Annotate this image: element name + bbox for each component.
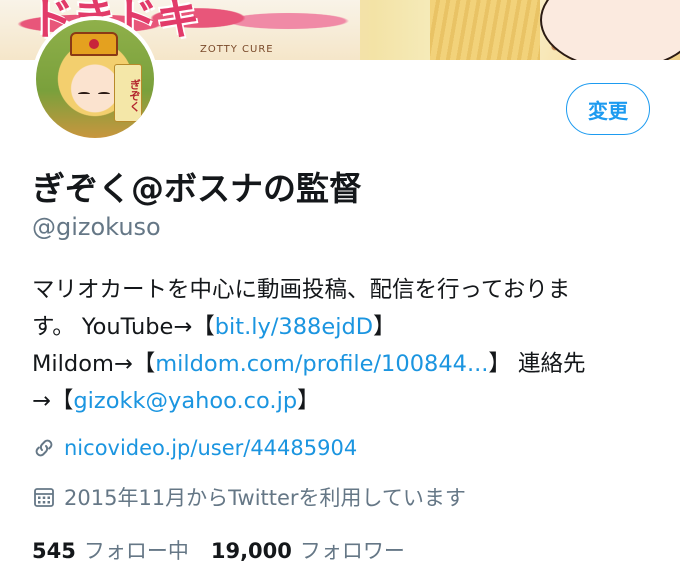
followers-link[interactable]: 19,000 フォロワー xyxy=(211,535,405,565)
bio-text: →【 xyxy=(32,388,74,414)
bio-text: 】 xyxy=(373,314,396,340)
banner-character-art xyxy=(430,0,680,60)
follow-stats: 545 フォロー中 19,000 フォロワー xyxy=(32,535,405,565)
link-icon xyxy=(32,436,56,460)
bio-text: す。 YouTube→【 xyxy=(32,314,215,340)
bio-text: 】 連絡先 xyxy=(488,351,586,377)
mildom-link[interactable]: mildom.com/profile/100844... xyxy=(155,351,488,377)
bio-line-4: →【gizokk@yahoo.co.jp】 xyxy=(32,383,652,420)
avatar-eye-right xyxy=(98,92,110,96)
display-name: ぎぞく@ボスナの監督 xyxy=(32,169,362,208)
youtube-link[interactable]: bit.ly/388ejdD xyxy=(215,314,373,340)
avatar[interactable]: ぎぞく xyxy=(32,16,158,142)
avatar-name-tag: ぎぞく xyxy=(114,64,142,122)
followers-label: フォロワー xyxy=(299,539,405,563)
profile-bio: マリオカートを中心に動画投稿、配信を行っておりま す。 YouTube→【bit… xyxy=(32,272,652,420)
user-handle: @gizokuso xyxy=(32,213,161,241)
banner-hair xyxy=(430,0,540,60)
banner-subtitle: ZOTTY CURE xyxy=(200,44,274,55)
edit-profile-button[interactable]: 変更 xyxy=(566,83,650,135)
bio-line-2: す。 YouTube→【bit.ly/388ejdD】 xyxy=(32,309,652,346)
bio-line-3: Mildom→【mildom.com/profile/100844...】 連絡… xyxy=(32,346,652,383)
joined-row: 2015年11月からTwitterを利用しています xyxy=(32,482,466,512)
following-label: フォロー中 xyxy=(83,539,189,563)
following-link[interactable]: 545 フォロー中 xyxy=(32,535,189,565)
joined-date: 2015年11月からTwitterを利用しています xyxy=(64,486,466,510)
bio-text: 】 xyxy=(297,388,320,414)
avatar-crown xyxy=(70,32,118,56)
calendar-icon xyxy=(32,485,56,509)
avatar-eye-left xyxy=(78,92,90,96)
banner-face xyxy=(540,0,680,60)
bio-text: マリオカートを中心に動画投稿、配信を行っておりま xyxy=(32,277,571,303)
bio-line-1: マリオカートを中心に動画投稿、配信を行っておりま xyxy=(32,272,652,309)
website-row: nicovideo.jp/user/44485904 xyxy=(32,436,357,460)
following-count: 545 xyxy=(32,539,76,563)
website-link[interactable]: nicovideo.jp/user/44485904 xyxy=(64,436,357,460)
bio-text: Mildom→【 xyxy=(32,351,156,377)
email-link[interactable]: gizokk@yahoo.co.jp xyxy=(73,388,297,414)
followers-count: 19,000 xyxy=(210,539,292,563)
